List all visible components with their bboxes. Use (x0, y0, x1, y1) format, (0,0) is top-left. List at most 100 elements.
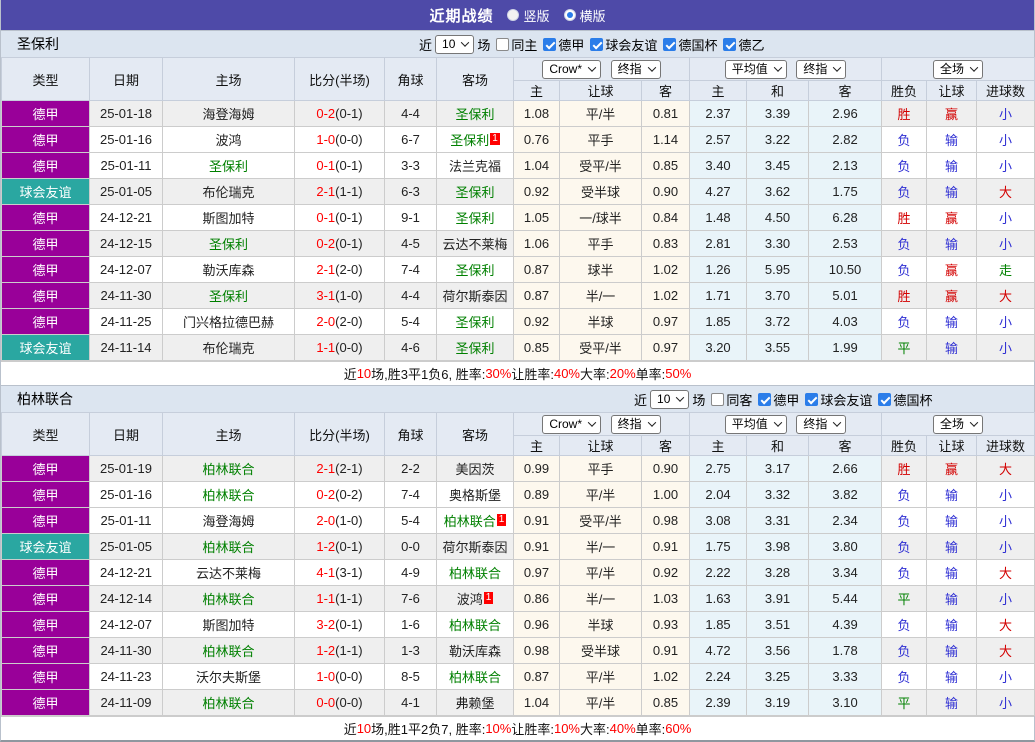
handicap-away-odds: 0.85 (640, 152, 691, 179)
league-type-badge: 德甲 (1, 256, 90, 283)
layout-option-vertical[interactable]: 竖版 (507, 6, 550, 25)
summary-part: 近 (343, 722, 357, 737)
match-row: 德甲 24-11-09 柏林联合 0-0(0-0) 4-1 弗赖堡 1.04 平/半 0.85 2… (1, 689, 1035, 716)
handicap-home-odds: 0.92 (513, 308, 560, 335)
match-count-select[interactable]: 10 (435, 34, 475, 54)
home-team: 柏林联合 (162, 455, 295, 482)
league-filter[interactable]: 德甲 (543, 35, 584, 54)
league-type-badge: 球会友谊 (1, 334, 90, 361)
home-team: 门兴格拉德巴赫 (162, 308, 295, 335)
league-filter[interactable]: 德国杯 (878, 390, 932, 409)
league-filter-label: 德乙 (738, 37, 765, 53)
fulltime-score: 2-0 (316, 513, 336, 528)
away-team: 荷尔斯泰因 (436, 533, 514, 560)
handicap-away-odds: 0.84 (640, 204, 691, 231)
matches-table: 类型 日期 主场 比分(半场) 角球 客场 Crow* 终指 平均值 终指 全场 (1, 57, 1035, 361)
odds-time-value: 终指 (617, 416, 642, 431)
result-wdl: 胜 (881, 100, 928, 127)
fulltime-score: 0-2 (316, 236, 336, 251)
summary-part: 大率: (580, 722, 610, 737)
col-date: 日期 (89, 57, 163, 101)
league-filter[interactable]: 德国杯 (663, 35, 717, 54)
corner-score: 1-3 (384, 637, 437, 664)
avg-time-select[interactable]: 终指 (796, 59, 847, 79)
team-name: 荷尔斯泰因 (442, 540, 508, 555)
league-type-badge: 德甲 (1, 585, 90, 612)
same-venue-filter[interactable]: 同客 (711, 390, 752, 409)
home-team: 沃尔夫斯堡 (162, 663, 295, 690)
match-date: 25-01-11 (89, 152, 163, 179)
summary-part: 让胜率: (511, 722, 554, 737)
recent-results-panel: 近期战绩 竖版 横版 圣保利 近 10 场 同主 德甲球会友谊德国杯德乙 (0, 0, 1035, 742)
team-name: 海登海姆 (202, 107, 255, 122)
fulltime-score: 3-1 (316, 288, 336, 303)
match-row: 德甲 24-12-14 柏林联合 1-1(1-1) 7-6 波鸿 1 0.86 半/一 1.03 1… (1, 585, 1035, 612)
handicap-home-odds: 0.87 (513, 256, 560, 283)
period-select[interactable]: 全场 (933, 59, 984, 79)
result-wdl: 负 (881, 178, 928, 205)
checkbox-checked-icon[interactable] (663, 37, 677, 51)
corner-score: 0-0 (384, 533, 437, 560)
league-filter[interactable]: 德甲 (758, 390, 799, 409)
avg-time-select[interactable]: 终指 (796, 414, 847, 434)
avg-time-value: 终指 (803, 61, 828, 76)
odds-source-select[interactable]: Crow* (542, 414, 602, 434)
team-name: 柏林联合 (443, 514, 496, 529)
checkbox-unchecked-icon[interactable] (711, 392, 725, 406)
result-goals: 小 (976, 481, 1035, 508)
same-venue-filter[interactable]: 同主 (496, 35, 537, 54)
match-row: 德甲 25-01-11 圣保利 0-1(0-1) 3-3 法兰克福 1.04 受平/半 0.85… (1, 152, 1035, 179)
league-filter[interactable]: 德乙 (723, 35, 764, 54)
avg-source-select[interactable]: 平均值 (724, 414, 787, 434)
checkbox-checked-icon[interactable] (805, 392, 819, 406)
checkbox-unchecked-icon[interactable] (496, 37, 510, 51)
away-team: 荷尔斯泰因 (436, 282, 514, 309)
handicap-line: 平/半 (559, 663, 642, 690)
away-team: 勒沃库森 (436, 637, 514, 664)
avg-home-odds: 2.22 (689, 559, 748, 586)
avg-source-select[interactable]: 平均值 (724, 59, 787, 79)
score-cell: 2-0(1-0) (294, 507, 385, 534)
checkbox-checked-icon[interactable] (878, 392, 892, 406)
odds-time-select[interactable]: 终指 (610, 414, 661, 434)
checkbox-checked-icon[interactable] (723, 37, 737, 51)
odds-time-select[interactable]: 终指 (610, 59, 661, 79)
team-name: 布伦瑞克 (202, 341, 255, 356)
league-type-badge: 德甲 (1, 689, 90, 716)
match-count-select[interactable]: 10 (650, 389, 690, 409)
away-team: 奥格斯堡 (436, 481, 514, 508)
team-name: 圣保利 (208, 237, 248, 252)
team-name: 圣保利 (455, 185, 495, 200)
checkbox-checked-icon[interactable] (590, 37, 604, 51)
radio-selected-icon[interactable] (563, 9, 576, 21)
team-name: 柏林联合 (202, 644, 255, 659)
col-result-handicap: 让球 (926, 80, 978, 101)
league-filter[interactable]: 球会友谊 (590, 35, 657, 54)
handicap-away-odds: 0.91 (640, 637, 691, 664)
team-name: 勒沃库森 (202, 263, 255, 278)
halftime-score: (1-1) (335, 184, 363, 199)
home-team: 柏林联合 (162, 533, 295, 560)
team-name: 奥格斯堡 (448, 488, 501, 503)
handicap-away-odds: 0.97 (640, 308, 691, 335)
layout-option-horizontal[interactable]: 横版 (563, 6, 606, 25)
title-bar: 近期战绩 竖版 横版 (1, 0, 1034, 30)
away-team: 柏林联合 (436, 559, 514, 586)
league-type-badge: 德甲 (1, 611, 90, 638)
score-cell: 0-2(0-1) (294, 100, 385, 127)
checkbox-checked-icon[interactable] (758, 392, 772, 406)
radio-unselected-icon[interactable] (507, 9, 520, 21)
odds-source-select[interactable]: Crow* (542, 59, 602, 79)
period-select[interactable]: 全场 (933, 414, 984, 434)
handicap-line: 平手 (559, 126, 642, 153)
handicap-line: 平/半 (559, 559, 642, 586)
league-filter-label: 德国杯 (893, 392, 933, 408)
checkbox-checked-icon[interactable] (543, 37, 557, 51)
europe-odds-group: 平均值 终指 (689, 412, 883, 436)
away-team: 柏林联合 (436, 611, 514, 638)
score-cell: 3-2(0-1) (294, 611, 385, 638)
avg-draw-odds: 3.72 (746, 308, 810, 335)
handicap-line: 受半球 (559, 178, 642, 205)
handicap-line: 半/一 (559, 282, 642, 309)
league-filter[interactable]: 球会友谊 (805, 390, 872, 409)
